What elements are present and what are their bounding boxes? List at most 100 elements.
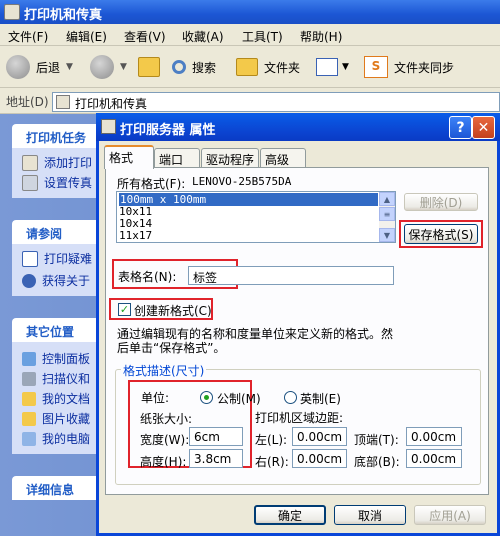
list-item-selected[interactable]: 100mm x 100mm (119, 193, 378, 206)
troubleshoot-link[interactable]: 打印疑难 (22, 250, 92, 267)
address-input[interactable]: 打印机和传真 (52, 92, 500, 112)
dialog-title-bar: 打印服务器 属性 ? ✕ (96, 113, 500, 141)
scroll-up-icon[interactable]: ▲ (379, 192, 395, 206)
folder-sync-label: 文件夹同步 (394, 60, 455, 75)
tab-drivers[interactable]: 驱动程序 (201, 148, 259, 168)
get-help-link[interactable]: 获得关于 (22, 272, 90, 289)
cancel-button[interactable]: 取消 (334, 505, 406, 525)
folder-sync-button[interactable]: S 文件夹同步 (364, 54, 454, 80)
units-label: 单位: (141, 391, 170, 405)
address-value: 打印机和传真 (75, 97, 148, 111)
format-description-title: 格式描述(尺寸) (121, 362, 207, 379)
setup-fax-label: 设置传真 (44, 176, 93, 190)
create-new-format-checkbox[interactable]: ✓ (118, 303, 131, 316)
save-format-button[interactable]: 保存格式(S) (404, 224, 478, 244)
search-button[interactable]: 搜索 (172, 54, 216, 80)
forward-arrow-icon (90, 55, 114, 79)
menu-edit[interactable]: 编辑(E) (66, 28, 107, 45)
top-margin-input[interactable]: 0.00cm (406, 427, 462, 446)
height-label: 高度(H): (140, 455, 187, 469)
apply-button[interactable]: 应用(A) (414, 505, 486, 525)
scroll-down-icon[interactable]: ▼ (379, 228, 395, 242)
menu-favorites[interactable]: 收藏(A) (182, 28, 224, 45)
width-input[interactable]: 6cm (189, 427, 243, 446)
dropdown-arrow-icon: ▼ (342, 62, 349, 72)
toolbar: 后退 ▼ ▼ 搜索 文件夹 ▼ S 文件夹同步 (0, 46, 500, 88)
right-margin-input[interactable]: 0.00cm (292, 449, 347, 468)
search-label: 搜索 (192, 60, 217, 75)
width-label: 宽度(W): (140, 433, 190, 447)
printer-icon (56, 95, 70, 109)
formats-listbox[interactable]: 100mm x 100mm 10x11 10x14 11x17 (116, 191, 396, 243)
create-new-format-label: 创建新格式(C) (134, 304, 212, 318)
up-button[interactable] (138, 54, 160, 80)
my-computer-link[interactable]: 我的电脑 (22, 430, 90, 447)
scanner-icon (22, 371, 36, 386)
folder-up-icon (138, 57, 160, 77)
control-panel-label: 控制面板 (42, 352, 91, 366)
menu-view[interactable]: 查看(V) (124, 28, 166, 45)
add-printer-label: 添加打印 (44, 156, 93, 170)
help-button[interactable]: ? (449, 116, 472, 139)
tab-advanced[interactable]: 高级 (260, 148, 306, 168)
scanner-label: 扫描仪和 (42, 372, 91, 386)
dialog-title: 打印服务器 属性 (120, 123, 216, 138)
sync-s-icon: S (364, 56, 388, 78)
address-label: 地址(D) (6, 95, 49, 109)
left-margin-input[interactable]: 0.00cm (292, 427, 347, 446)
forward-button[interactable]: ▼ (90, 54, 127, 80)
close-button[interactable]: ✕ (472, 116, 495, 139)
metric-radio[interactable] (200, 391, 213, 404)
explorer-title-bar: 打印机和传真 (0, 0, 500, 24)
menu-tools[interactable]: 工具(T) (242, 28, 283, 45)
my-pictures-link[interactable]: 图片收藏 (22, 410, 90, 427)
add-printer-link[interactable]: 添加打印 (22, 154, 92, 171)
height-input[interactable]: 3.8cm (189, 449, 243, 468)
bottom-margin-input[interactable]: 0.00cm (406, 449, 462, 468)
control-panel-link[interactable]: 控制面板 (22, 350, 90, 367)
my-computer-label: 我的电脑 (42, 432, 91, 446)
top-margin-label: 顶端(T): (354, 433, 399, 447)
english-radio[interactable] (284, 391, 297, 404)
my-documents-link[interactable]: 我的文档 (22, 390, 90, 407)
bottom-margin-label: 底部(B): (354, 455, 400, 469)
printer-folder-icon (4, 4, 20, 20)
scroll-thumb[interactable]: ≡ (379, 207, 395, 221)
my-documents-label: 我的文档 (42, 392, 91, 406)
views-button[interactable]: ▼ (316, 54, 349, 80)
tab-ports[interactable]: 端口 (154, 148, 200, 168)
printer-margins-label: 打印机区域边距: (255, 411, 344, 425)
troubleshoot-label: 打印疑难 (44, 252, 93, 266)
ok-button[interactable]: 确定 (254, 505, 326, 525)
left-margin-label: 左(L): (255, 433, 288, 447)
my-pictures-label: 图片收藏 (42, 412, 91, 426)
menu-help[interactable]: 帮助(H) (300, 28, 342, 45)
right-margin-label: 右(R): (255, 455, 289, 469)
printer-icon (101, 119, 116, 134)
add-printer-icon (22, 154, 38, 171)
help-icon (22, 250, 38, 267)
tab-format[interactable]: 格式 (104, 145, 154, 169)
all-formats-label: 所有格式(F): (117, 177, 186, 191)
search-icon (172, 60, 186, 74)
list-item[interactable]: 11x17 (119, 229, 152, 242)
views-icon (316, 58, 338, 76)
control-panel-icon (22, 351, 36, 366)
scanner-link[interactable]: 扫描仪和 (22, 370, 90, 387)
setup-fax-link[interactable]: 设置传真 (22, 174, 92, 191)
server-name: LENOVO-25B575DA (192, 175, 292, 188)
computer-icon (22, 431, 36, 446)
question-icon (22, 273, 36, 288)
menu-file[interactable]: 文件(F) (8, 28, 48, 45)
dropdown-arrow-icon: ▼ (66, 62, 73, 72)
form-name-input[interactable]: 标签 (188, 266, 394, 285)
folder-icon (236, 58, 258, 76)
folders-button[interactable]: 文件夹 (236, 54, 300, 80)
metric-label: 公制(M) (217, 392, 261, 406)
list-scrollbar[interactable]: ▲ ≡ ▼ (379, 192, 395, 242)
back-button[interactable]: 后退 ▼ (6, 54, 73, 80)
pictures-folder-icon (22, 411, 36, 426)
explorer-title: 打印机和传真 (24, 8, 103, 23)
fax-icon (22, 174, 38, 191)
delete-button[interactable]: 删除(D) (404, 193, 478, 211)
